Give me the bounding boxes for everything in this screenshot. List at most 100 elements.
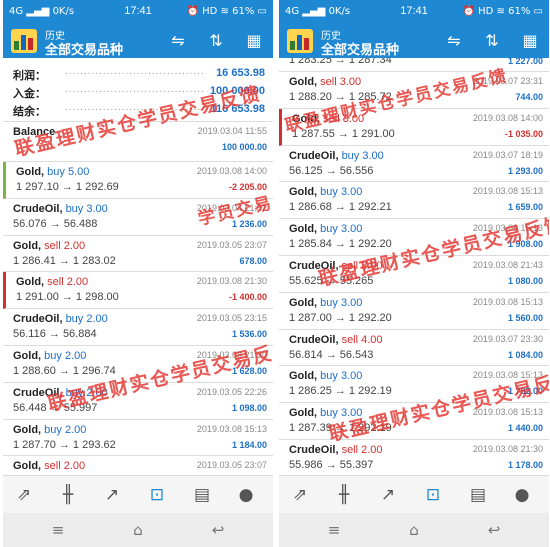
trade-prices: 1 287.39 → 1 292.19 (289, 422, 392, 435)
trade-date: 2019.03.08 15:13 (472, 296, 543, 307)
trade-row[interactable]: CrudeOil, buy 2.00 56.116 → 56.884 2019.03… (3, 309, 273, 346)
trade-prices: 1 288.20 → 1 285.72 (289, 91, 392, 103)
trade-side: sell 3.00 (320, 76, 362, 88)
calendar-icon[interactable]: ▦ (241, 29, 267, 53)
trade-profit: 744.00 (515, 92, 543, 102)
home-icon[interactable]: ⌂ (123, 518, 153, 542)
sort-icon[interactable]: ⇅ (479, 29, 505, 53)
trade-row[interactable]: Gold, sell 2.00 2019.03.05 23:07 (3, 456, 273, 475)
trade-symbol: CrudeOil, buy 2.00 (13, 313, 108, 326)
history-list[interactable]: 利润：.....................................… (3, 58, 273, 475)
back-icon[interactable]: ↩ (479, 518, 509, 542)
quotes-icon[interactable]: ⇗ (9, 480, 39, 510)
right-screenshot: 4G ▂▄▆ 0K/s 17:41 ⏰ HD ≋ 61% ▭ 历史 全部交易品种… (279, 0, 549, 547)
trade-prices: 56.814 → 56.543 (289, 348, 374, 361)
trade-date: 2019.03.05 23:15 (196, 313, 267, 324)
trade-row-partial[interactable]: 1 283.25 → 1 287.34 1 227.00 (279, 58, 549, 72)
back-icon[interactable]: ↩ (203, 518, 233, 542)
menu-icon[interactable]: ≡ (43, 518, 73, 542)
bottom-tab-bar: ⇗ ╫ ↗ ⊡ ▤ ● (3, 475, 273, 513)
chart-icon[interactable]: ╫ (329, 480, 359, 510)
trade-profit: 678.00 (239, 255, 267, 266)
trade-symbol: CrudeOil, sell 4.00 (289, 333, 383, 346)
battery-icon: ▭ (533, 6, 543, 17)
menu-icon[interactable]: ≡ (319, 518, 349, 542)
status-icons: ⏰ HD ≋ 61% ▭ (462, 6, 543, 17)
symbol-filter-title[interactable]: 全部交易品种 (45, 39, 123, 58)
trade-side: sell 3.00 (341, 259, 383, 272)
news-icon[interactable]: ▤ (463, 480, 493, 510)
trade-row[interactable]: Gold, buy 5.00 1 297.10 → 1 292.69 2019.03… (3, 162, 273, 199)
trade-row[interactable]: Gold, buy 3.00 1 287.39 → 1 292.19 2019.03… (279, 403, 549, 440)
system-nav-bar: ≡ ⌂ ↩ (3, 513, 273, 547)
trade-row[interactable]: Gold, buy 2.00 1 288.60 → 1 296.74 2019.03… (3, 346, 273, 383)
chart-icon[interactable]: ╫ (53, 480, 83, 510)
chat-icon[interactable]: ● (231, 480, 261, 510)
trade-row[interactable]: CrudeOil, buy 3.00 56.076 → 56.488 2019.03… (3, 199, 273, 236)
trade-prices: 55.986 → 55.397 (289, 458, 374, 471)
trade-row[interactable]: CrudeOil, buy 3.00 56.125 → 56.556 2019.03… (279, 146, 549, 183)
trade-row[interactable]: Gold, sell 2.00 1 286.41 → 1 283.02 2019.0… (3, 236, 273, 273)
wifi-icon: ≋ (496, 6, 505, 17)
app-bar: 历史 全部交易品种 ⇋ ⇅ ▦ (279, 24, 549, 58)
alarm-icon: ⏰ (186, 6, 199, 17)
trade-date: 2019.03.08 14:00 (472, 112, 543, 123)
trade-row[interactable]: Gold, buy 3.00 1 285.84 → 1 292.20 2019.03… (279, 219, 549, 256)
trade-row[interactable]: Gold, buy 3.00 1 286.68 → 1 292.21 2019.03… (279, 182, 549, 220)
trade-symbol: CrudeOil, buy 2.00 (13, 386, 108, 399)
quotes-icon[interactable]: ⇗ (285, 480, 315, 510)
trade-side: buy 2.00 (65, 386, 108, 399)
trade-symbol: Gold, sell 3.00 (292, 112, 365, 125)
history-icon[interactable]: ⊡ (142, 480, 172, 510)
chat-icon[interactable]: ● (507, 480, 537, 510)
trade-icon[interactable]: ↗ (97, 480, 127, 510)
swap-chart-icon[interactable]: ⇋ (165, 29, 191, 53)
history-list[interactable]: 1 283.25 → 1 287.34 1 227.00 Gold, sell … (279, 58, 549, 475)
trade-profit: 1 084.00 (507, 349, 543, 360)
status-icons: ⏰ HD ≋ 61% ▭ (186, 6, 267, 17)
trade-side: buy 2.00 (65, 313, 108, 326)
calendar-icon[interactable]: ▦ (517, 29, 543, 53)
trade-row[interactable]: Gold, buy 3.00 1 287.00 → 1 292.20 2019.03… (279, 293, 549, 330)
news-icon[interactable]: ▤ (187, 480, 217, 510)
trade-symbol: CrudeOil, sell 3.00 (289, 259, 383, 272)
balance-row[interactable]: Balance 2019.03.04 11:55 100 000.00 (3, 122, 273, 162)
trade-date: 2019.03.08 15:13 (472, 186, 543, 197)
trade-row[interactable]: Gold, buy 2.00 1 287.70 → 1 293.62 2019.03… (3, 420, 273, 457)
trade-date: 2019.03.05 23:07 (196, 239, 267, 250)
trade-side: sell 2.00 (44, 460, 86, 473)
trade-row[interactable]: CrudeOil, sell 3.00 55.625 → 55.265 2019.0… (279, 256, 549, 293)
trade-date: 2019.03.07 23:31 (472, 76, 543, 86)
trade-profit: 1 782.00 (507, 386, 543, 397)
trade-row[interactable]: Gold, buy 3.00 1 286.25 → 1 292.19 2019.03… (279, 366, 549, 404)
trade-side: sell 2.00 (47, 276, 89, 289)
symbol-filter-title[interactable]: 全部交易品种 (321, 39, 399, 58)
trade-prices: 1 287.70 → 1 293.62 (13, 438, 116, 451)
trade-symbol: Gold, buy 3.00 (289, 407, 363, 420)
trade-row[interactable]: Gold, sell 2.00 1 291.00 → 1 298.00 2019.0… (3, 272, 273, 310)
trade-row[interactable]: Gold, sell 3.00 1 288.20 → 1 285.72 2019.0… (279, 72, 549, 109)
trade-profit: 1 536.00 (231, 329, 267, 340)
trade-date: 2019.03.05 22:26 (196, 386, 267, 397)
app-logo-icon[interactable] (11, 29, 37, 53)
app-logo-icon[interactable] (287, 29, 313, 53)
trade-prices: 1 287.00 → 1 292.20 (289, 311, 392, 324)
trade-row[interactable]: CrudeOil, buy 2.00 56.448 → 55.997 2019.03… (3, 383, 273, 420)
trade-icon[interactable]: ↗ (373, 480, 403, 510)
trade-date: 2019.03.08 15:13 (472, 370, 543, 381)
bottom-tab-bar: ⇗ ╫ ↗ ⊡ ▤ ● (279, 475, 549, 513)
left-screenshot: 4G ▂▄▆ 0K/s 17:41 ⏰ HD ≋ 61% ▭ 历史 全部交易品种… (3, 0, 273, 547)
trade-row[interactable]: Gold, sell 3.00 1 287.55 → 1 291.00 2019.0… (279, 108, 549, 146)
sort-icon[interactable]: ⇅ (203, 29, 229, 53)
system-nav-bar: ≡ ⌂ ↩ (279, 513, 549, 547)
swap-chart-icon[interactable]: ⇋ (441, 29, 467, 53)
trade-row[interactable]: CrudeOil, sell 4.00 56.814 → 56.543 2019.0… (279, 330, 549, 367)
history-icon[interactable]: ⊡ (418, 480, 448, 510)
trade-side: buy 2.00 (44, 349, 87, 362)
trade-symbol: CrudeOil, buy 3.00 (13, 202, 108, 215)
trade-symbol: CrudeOil, buy 3.00 (289, 149, 384, 162)
trade-date: 2019.03.07 18:19 (472, 149, 543, 160)
trade-row[interactable]: CrudeOil, sell 2.00 55.986 → 55.397 2019.0… (279, 440, 549, 475)
trade-profit: 1 560.00 (507, 312, 543, 323)
home-icon[interactable]: ⌂ (399, 518, 429, 542)
